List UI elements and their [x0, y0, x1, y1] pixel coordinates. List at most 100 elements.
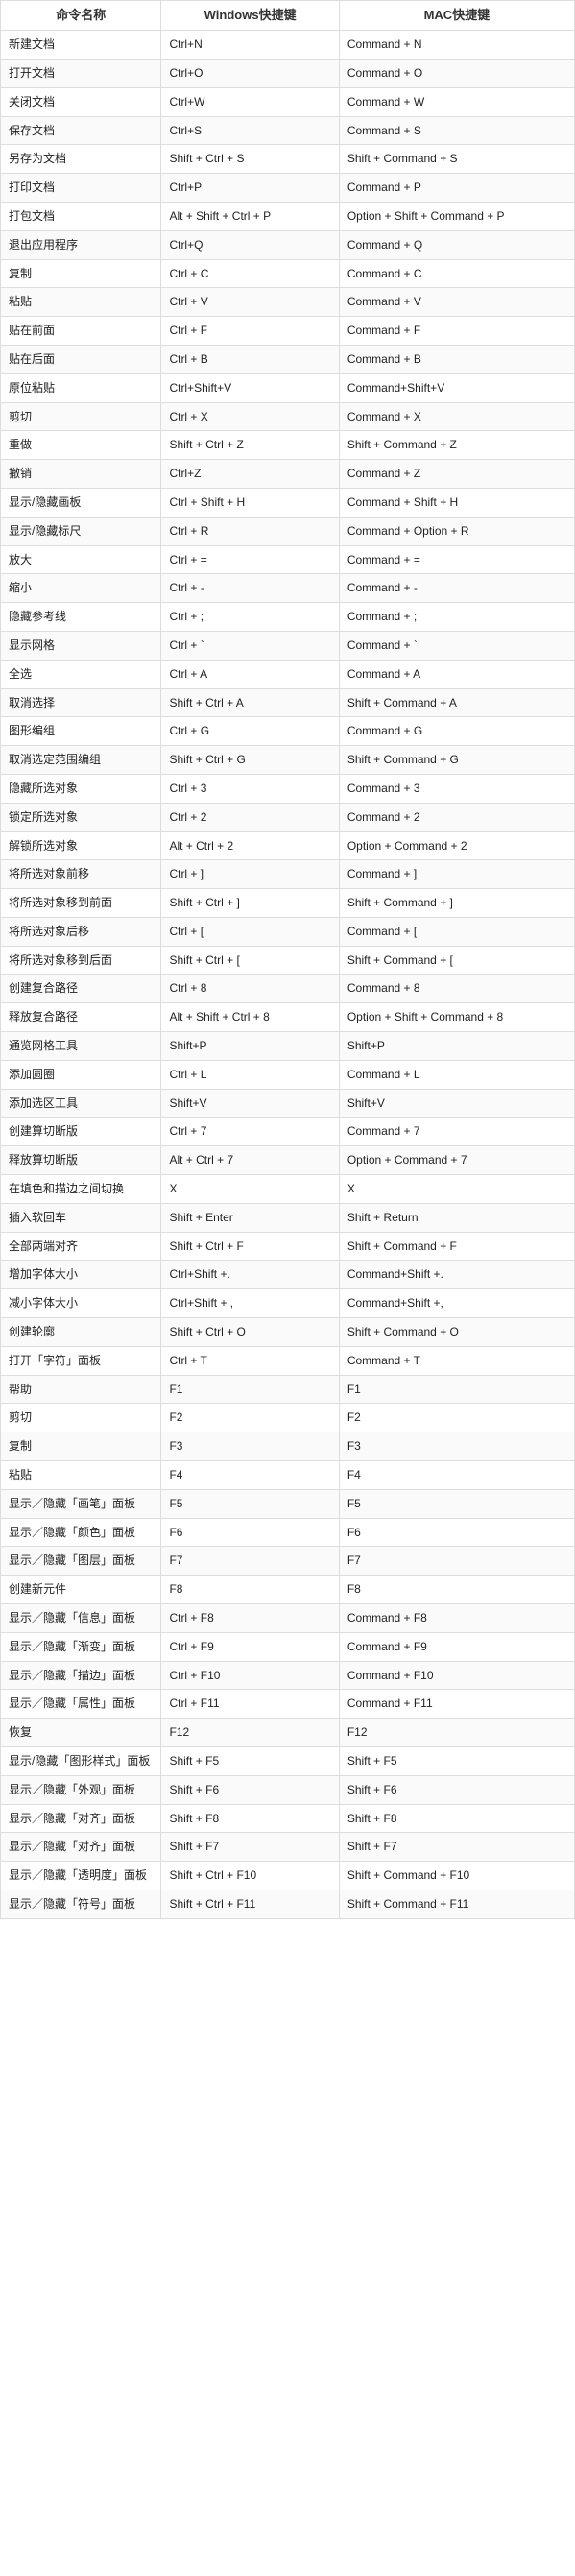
- table-row: 重做Shift + Ctrl + ZShift + Command + Z: [1, 431, 575, 460]
- windows-shortcut: Shift + Enter: [161, 1203, 339, 1232]
- command-name: 取消选择: [1, 688, 161, 717]
- mac-shortcut: Shift + Command + ]: [339, 889, 574, 918]
- command-name: 取消选定范围编组: [1, 746, 161, 775]
- windows-shortcut: Ctrl + -: [161, 574, 339, 603]
- mac-shortcut: Command + P: [339, 174, 574, 203]
- table-row: 全部两端对齐Shift + Ctrl + FShift + Command + …: [1, 1232, 575, 1261]
- command-name: 将所选对象后移: [1, 917, 161, 946]
- mac-shortcut: Shift + F5: [339, 1747, 574, 1776]
- mac-shortcut: Command+Shift+V: [339, 373, 574, 402]
- mac-shortcut: Shift + Command + O: [339, 1318, 574, 1347]
- windows-shortcut: Ctrl+Shift + ,: [161, 1289, 339, 1318]
- windows-shortcut: Ctrl + T: [161, 1346, 339, 1375]
- mac-shortcut: Command + F10: [339, 1661, 574, 1690]
- windows-shortcut: Ctrl + B: [161, 345, 339, 373]
- windows-shortcut: Shift + F6: [161, 1775, 339, 1804]
- command-name: 贴在后面: [1, 345, 161, 373]
- command-name: 复制: [1, 259, 161, 288]
- table-row: 原位粘贴Ctrl+Shift+VCommand+Shift+V: [1, 373, 575, 402]
- mac-shortcut: Command + F: [339, 317, 574, 346]
- command-name: 解锁所选对象: [1, 831, 161, 860]
- windows-shortcut: Shift+V: [161, 1089, 339, 1118]
- command-name: 锁定所选对象: [1, 803, 161, 831]
- command-name: 释放算切断版: [1, 1146, 161, 1175]
- windows-shortcut: F1: [161, 1375, 339, 1404]
- table-row: 放大Ctrl + =Command + =: [1, 545, 575, 574]
- windows-shortcut: Shift + Ctrl + S: [161, 145, 339, 174]
- windows-shortcut: Shift + Ctrl + F11: [161, 1890, 339, 1918]
- mac-shortcut: Command + A: [339, 660, 574, 688]
- mac-shortcut: Command + [: [339, 917, 574, 946]
- windows-shortcut: Shift + Ctrl + G: [161, 746, 339, 775]
- windows-shortcut: Ctrl + ]: [161, 860, 339, 889]
- table-row: 锁定所选对象Ctrl + 2Command + 2: [1, 803, 575, 831]
- windows-shortcut: Ctrl+W: [161, 87, 339, 116]
- windows-shortcut: Shift + Ctrl + [: [161, 946, 339, 975]
- mac-shortcut: Shift + Command + S: [339, 145, 574, 174]
- windows-shortcut: Shift + F7: [161, 1833, 339, 1862]
- mac-shortcut: Command + S: [339, 116, 574, 145]
- table-row: 创建新元件F8F8: [1, 1576, 575, 1604]
- command-name: 复制: [1, 1432, 161, 1461]
- windows-shortcut: F3: [161, 1432, 339, 1461]
- command-name: 剪切: [1, 402, 161, 431]
- table-row: 关闭文档Ctrl+WCommand + W: [1, 87, 575, 116]
- command-name: 图形编组: [1, 717, 161, 746]
- shortcut-table: 命令名称 Windows快捷键 MAC快捷键 新建文档Ctrl+NCommand…: [0, 0, 575, 1919]
- command-name: 打开「字符」面板: [1, 1346, 161, 1375]
- command-name: 打印文档: [1, 174, 161, 203]
- command-name: 显示／隐藏「信息」面板: [1, 1604, 161, 1633]
- command-name: 释放复合路径: [1, 1003, 161, 1032]
- mac-shortcut: Command + T: [339, 1346, 574, 1375]
- mac-shortcut: Command + 2: [339, 803, 574, 831]
- command-name: 隐藏参考线: [1, 603, 161, 632]
- command-name: 粘贴: [1, 288, 161, 317]
- table-row: 取消选定范围编组Shift + Ctrl + GShift + Command …: [1, 746, 575, 775]
- windows-shortcut: Ctrl + A: [161, 660, 339, 688]
- mac-shortcut: Command + C: [339, 259, 574, 288]
- command-name: 显示／隐藏「外观」面板: [1, 1775, 161, 1804]
- mac-shortcut: Shift + F6: [339, 1775, 574, 1804]
- command-name: 重做: [1, 431, 161, 460]
- mac-shortcut: Command + -: [339, 574, 574, 603]
- table-row: 缩小Ctrl + -Command + -: [1, 574, 575, 603]
- table-row: 创建复合路径Ctrl + 8Command + 8: [1, 975, 575, 1003]
- command-name: 打开文档: [1, 59, 161, 87]
- windows-shortcut: Ctrl + F: [161, 317, 339, 346]
- command-name: 保存文档: [1, 116, 161, 145]
- command-name: 增加字体大小: [1, 1261, 161, 1289]
- table-row: 显示／隐藏「描边」面板Ctrl + F10Command + F10: [1, 1661, 575, 1690]
- command-name: 显示／隐藏「画笔」面板: [1, 1489, 161, 1518]
- table-row: 全选Ctrl + ACommand + A: [1, 660, 575, 688]
- mac-shortcut: Command + Q: [339, 230, 574, 259]
- table-row: 增加字体大小Ctrl+Shift +.Command+Shift +.: [1, 1261, 575, 1289]
- table-row: 显示／隐藏「信息」面板Ctrl + F8Command + F8: [1, 1604, 575, 1633]
- command-name: 显示/隐藏「图形样式」面板: [1, 1747, 161, 1776]
- table-row: 撤销Ctrl+ZCommand + Z: [1, 460, 575, 489]
- header-name: 命令名称: [1, 1, 161, 31]
- table-row: 显示/隐藏「图形样式」面板Shift + F5Shift + F5: [1, 1747, 575, 1776]
- command-name: 显示/隐藏画板: [1, 488, 161, 517]
- table-row: 将所选对象移到前面Shift + Ctrl + ]Shift + Command…: [1, 889, 575, 918]
- table-row: 创建轮廓Shift + Ctrl + OShift + Command + O: [1, 1318, 575, 1347]
- mac-shortcut: Shift + F8: [339, 1804, 574, 1833]
- mac-shortcut: Command + L: [339, 1060, 574, 1089]
- header-mac: MAC快捷键: [339, 1, 574, 31]
- table-row: 显示／隐藏「图层」面板F7F7: [1, 1547, 575, 1576]
- windows-shortcut: F2: [161, 1404, 339, 1432]
- windows-shortcut: Ctrl+Q: [161, 230, 339, 259]
- windows-shortcut: Ctrl + V: [161, 288, 339, 317]
- mac-shortcut: Command + X: [339, 402, 574, 431]
- windows-shortcut: Ctrl+Shift +.: [161, 1261, 339, 1289]
- windows-shortcut: Ctrl + 2: [161, 803, 339, 831]
- table-row: 创建算切断版Ctrl + 7Command + 7: [1, 1118, 575, 1146]
- command-name: 将所选对象移到前面: [1, 889, 161, 918]
- windows-shortcut: Ctrl + [: [161, 917, 339, 946]
- table-row: 释放复合路径Alt + Shift + Ctrl + 8Option + Shi…: [1, 1003, 575, 1032]
- windows-shortcut: Ctrl+Z: [161, 460, 339, 489]
- header-windows: Windows快捷键: [161, 1, 339, 31]
- command-name: 在填色和描边之间切换: [1, 1175, 161, 1204]
- command-name: 插入软回车: [1, 1203, 161, 1232]
- windows-shortcut: Ctrl+S: [161, 116, 339, 145]
- table-row: 显示／隐藏「属性」面板Ctrl + F11Command + F11: [1, 1690, 575, 1719]
